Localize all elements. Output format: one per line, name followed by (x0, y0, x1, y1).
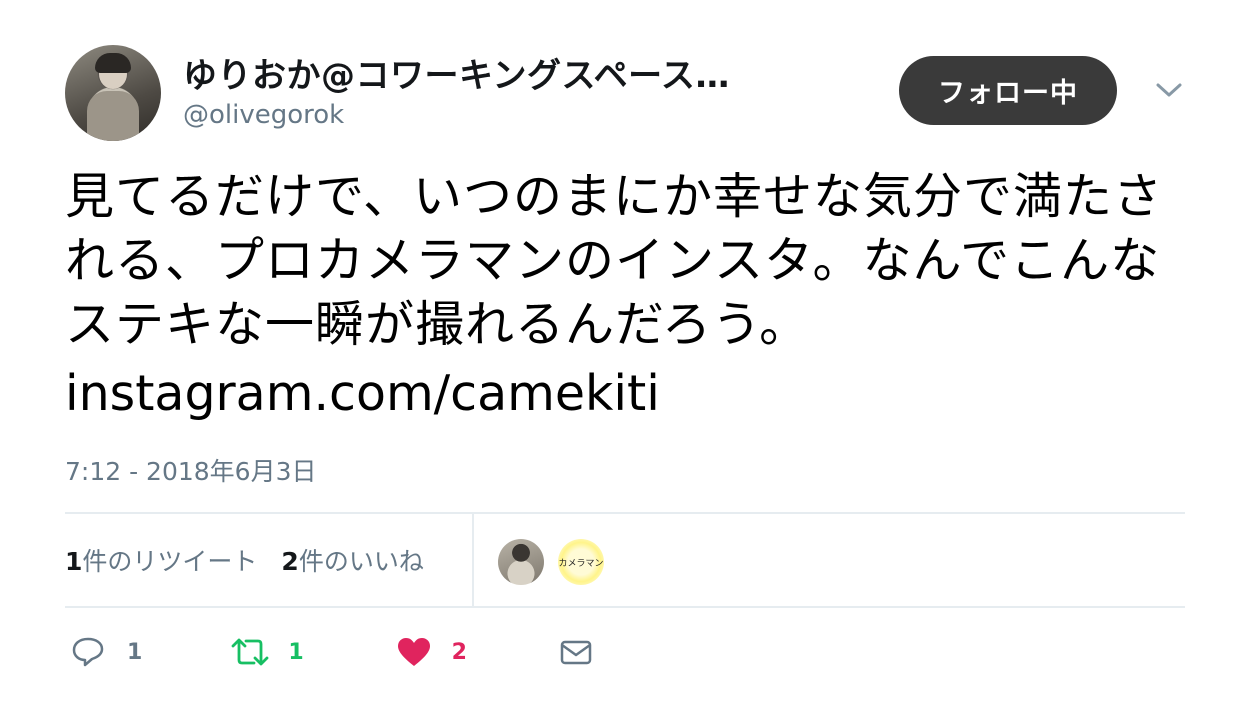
like-count: 2 (451, 639, 467, 665)
tweet-timestamp[interactable]: 7:12 - 2018年6月3日 (65, 452, 317, 488)
like-button[interactable]: 2 (396, 636, 467, 668)
liker-avatar-text: カメラマン (558, 558, 604, 569)
retweets-label: 件のリツイート (82, 547, 258, 576)
liker-avatar[interactable]: カメラマン (558, 539, 604, 585)
stats-vertical-divider (472, 514, 474, 606)
tweet-text: 見てるだけで、いつのまにか幸せな気分で満たされる、プロカメラマンのインスタ。なん… (65, 168, 1164, 353)
retweets-stat[interactable]: 1件のリツイート (65, 542, 257, 578)
heart-icon (397, 638, 430, 666)
tweet-actions: 1 1 2 (65, 628, 593, 676)
retweets-count: 1 (65, 547, 83, 576)
liker-avatar[interactable] (498, 539, 544, 585)
likes-stat[interactable]: 2件のいいね (281, 542, 423, 578)
author-screen-name[interactable]: @olivegorok (183, 100, 344, 130)
likes-count: 2 (281, 547, 299, 576)
avatar-figure-hair (95, 53, 131, 73)
tweet-stats: 1件のリツイート 2件のいいね (65, 514, 424, 606)
reply-button[interactable]: 1 (71, 636, 142, 668)
tweet-link[interactable]: instagram.com/camekiti (65, 362, 660, 426)
envelope-icon (560, 640, 592, 665)
divider-bottom (65, 606, 1185, 608)
retweet-icon (231, 638, 269, 666)
following-button[interactable]: フォロー中 (899, 56, 1117, 125)
avatar-figure-body (87, 91, 139, 141)
likes-label: 件のいいね (298, 547, 424, 576)
chevron-down-icon[interactable] (1155, 78, 1183, 102)
author-display-name[interactable]: ゆりおか@コワーキングスペース… (183, 48, 730, 97)
retweet-button[interactable]: 1 (230, 636, 304, 668)
reply-icon (72, 637, 104, 667)
retweet-count: 1 (288, 639, 304, 665)
reply-count: 1 (127, 639, 143, 665)
direct-message-button[interactable] (559, 637, 593, 667)
author-avatar[interactable] (65, 45, 161, 141)
